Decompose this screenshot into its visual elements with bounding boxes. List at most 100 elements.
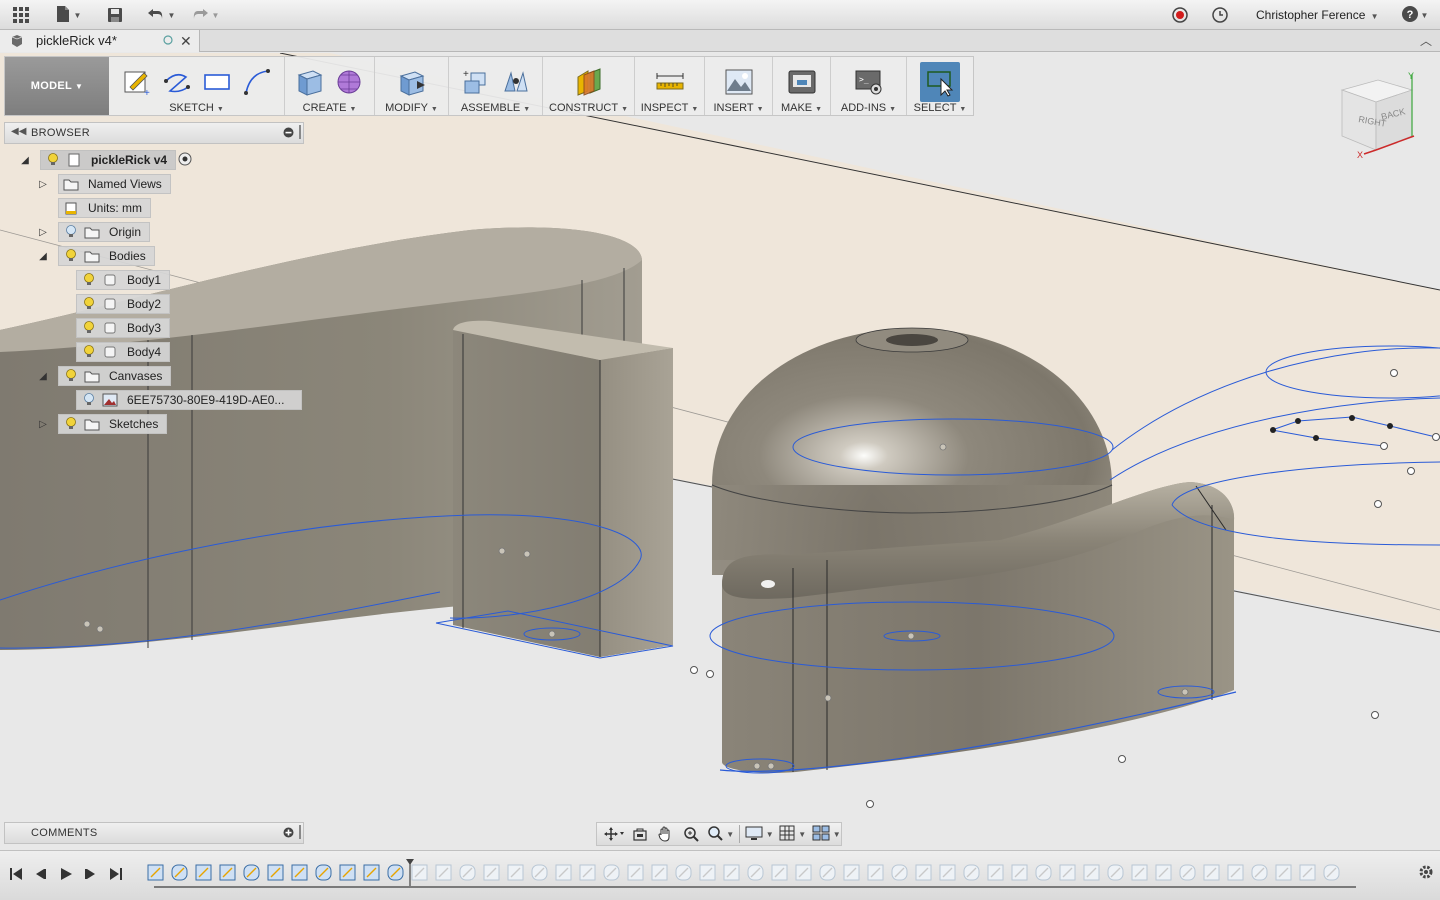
timeline-feature-icon[interactable] <box>795 864 812 881</box>
timeline-feature-icon[interactable] <box>291 864 308 881</box>
timeline-feature-icon[interactable] <box>507 864 524 881</box>
play-icon[interactable] <box>56 864 76 884</box>
browser-item-canvases[interactable]: ◢ Canvases <box>36 366 172 386</box>
timeline-feature-icon[interactable] <box>1083 864 1100 881</box>
timeline-feature-icon[interactable] <box>1299 864 1316 881</box>
scripts-addins-icon[interactable]: >_ <box>852 65 886 99</box>
model-canvas[interactable] <box>0 53 1440 850</box>
timeline-feature-icon[interactable] <box>195 864 212 881</box>
toolbar-group-label[interactable]: INSPECT ▼ <box>641 101 699 115</box>
minimize-icon[interactable] <box>283 127 294 141</box>
lightbulb-on-icon[interactable] <box>80 343 98 361</box>
timeline-feature-icon[interactable] <box>747 864 764 881</box>
timeline-feature-icon[interactable] <box>363 864 380 881</box>
grid-settings-button[interactable]: ▼ <box>778 824 808 844</box>
timeline-feature-icon[interactable] <box>411 864 428 881</box>
toolbar-group-label[interactable]: MODIFY ▼ <box>385 101 438 115</box>
timeline-feature-icon[interactable] <box>579 864 596 881</box>
timeline-feature-icon[interactable] <box>891 864 908 881</box>
timeline-features[interactable] <box>144 859 1360 889</box>
timeline-feature-icon[interactable] <box>771 864 788 881</box>
press-pull-icon[interactable] <box>395 65 429 99</box>
timeline-feature-icon[interactable] <box>171 864 188 881</box>
expand-triangle-icon[interactable]: ▷ <box>36 177 50 191</box>
file-menu-button[interactable]: ▼ <box>52 3 84 27</box>
step-back-icon[interactable] <box>31 864 51 884</box>
browser-item-body1[interactable]: Body1 <box>76 270 171 290</box>
expand-triangle-icon[interactable]: ▷ <box>36 417 50 431</box>
browser-panel-header[interactable]: ◀◀ BROWSER <box>4 122 304 144</box>
toolbar-group-label[interactable]: ASSEMBLE ▼ <box>461 101 530 115</box>
timeline-feature-icon[interactable] <box>243 864 260 881</box>
lightbulb-on-icon[interactable] <box>80 271 98 289</box>
help-menu-button[interactable]: ? ▼ <box>1398 3 1432 27</box>
go-to-start-icon[interactable] <box>6 864 26 884</box>
lightbulb-on-icon[interactable] <box>62 415 80 433</box>
timeline-feature-icon[interactable] <box>531 864 548 881</box>
lightbulb-off-icon[interactable] <box>62 223 80 241</box>
timeline-feature-icon[interactable] <box>987 864 1004 881</box>
collapse-up-icon[interactable]: ︿ <box>1420 32 1432 49</box>
step-forward-icon[interactable] <box>80 864 100 884</box>
new-component-icon[interactable]: + <box>459 65 493 99</box>
grid-icon[interactable] <box>8 3 34 27</box>
timeline-feature-icon[interactable] <box>723 864 740 881</box>
timeline-feature-icon[interactable] <box>867 864 884 881</box>
timeline-feature-icon[interactable] <box>1059 864 1076 881</box>
add-comment-icon[interactable] <box>283 827 294 841</box>
timeline-feature-icon[interactable] <box>651 864 668 881</box>
timeline-feature-icon[interactable] <box>843 864 860 881</box>
timeline-feature-icon[interactable] <box>1155 864 1172 881</box>
document-tab[interactable]: pickleRick v4* ✕ <box>0 30 200 52</box>
line-tool-icon[interactable] <box>160 65 194 99</box>
toolbar-group-label[interactable]: ADD-INS ▼ <box>841 101 896 115</box>
lightbulb-on-icon[interactable] <box>62 367 80 385</box>
timeline-feature-icon[interactable] <box>675 864 692 881</box>
save-icon[interactable] <box>104 3 126 27</box>
gear-icon[interactable] <box>1416 862 1436 882</box>
comments-panel-header[interactable]: COMMENTS <box>4 822 304 844</box>
undo-button[interactable]: ▼ <box>144 3 178 27</box>
arc-tool-icon[interactable] <box>240 65 274 99</box>
browser-item-body4[interactable]: Body4 <box>76 342 171 362</box>
redo-button[interactable]: ▼ <box>188 3 222 27</box>
browser-item-canvas-image[interactable]: 6EE75730-80E9-419D-AE0... <box>76 390 302 410</box>
collapse-triangle-icon[interactable]: ◢ <box>18 153 32 167</box>
lightbulb-on-icon[interactable] <box>62 247 80 265</box>
lightbulb-on-icon[interactable] <box>80 319 98 337</box>
orbit-icon[interactable] <box>603 824 625 844</box>
timeline-feature-icon[interactable] <box>267 864 284 881</box>
timeline-feature-icon[interactable] <box>1203 864 1220 881</box>
lightbulb-on-icon[interactable] <box>44 151 62 169</box>
timeline-feature-icon[interactable] <box>627 864 644 881</box>
timeline-feature-icon[interactable] <box>1011 864 1028 881</box>
clock-icon[interactable] <box>1210 3 1230 27</box>
timeline-feature-icon[interactable] <box>315 864 332 881</box>
timeline-feature-icon[interactable] <box>1107 864 1124 881</box>
record-icon[interactable] <box>1170 3 1190 27</box>
timeline-feature-icon[interactable] <box>387 864 404 881</box>
look-at-icon[interactable] <box>629 824 651 844</box>
lightbulb-on-icon[interactable] <box>80 295 98 313</box>
resize-handle[interactable] <box>299 125 301 139</box>
expand-triangle-icon[interactable]: ▷ <box>36 225 50 239</box>
timeline-feature-icon[interactable] <box>219 864 236 881</box>
timeline-feature-icon[interactable] <box>699 864 716 881</box>
timeline-feature-icon[interactable] <box>1131 864 1148 881</box>
rectangle-tool-icon[interactable] <box>200 65 234 99</box>
timeline-feature-icon[interactable] <box>1251 864 1268 881</box>
timeline-feature-icon[interactable] <box>147 864 164 881</box>
timeline-feature-icon[interactable] <box>555 864 572 881</box>
go-to-end-icon[interactable] <box>106 864 126 884</box>
toolbar-group-label[interactable]: SKETCH ▼ <box>169 101 224 115</box>
toolbar-group-label[interactable]: MAKE ▼ <box>781 101 822 115</box>
timeline-feature-icon[interactable] <box>1179 864 1196 881</box>
timeline-feature-icon[interactable] <box>1275 864 1292 881</box>
resize-handle[interactable] <box>299 825 301 839</box>
timeline-feature-icon[interactable] <box>963 864 980 881</box>
collapse-triangle-icon[interactable]: ◢ <box>36 369 50 383</box>
timeline-feature-icon[interactable] <box>1227 864 1244 881</box>
toolbar-group-label[interactable]: CONSTRUCT ▼ <box>549 101 628 115</box>
measure-icon[interactable] <box>653 65 687 99</box>
toolbar-group-label[interactable]: SELECT ▼ <box>914 101 967 115</box>
